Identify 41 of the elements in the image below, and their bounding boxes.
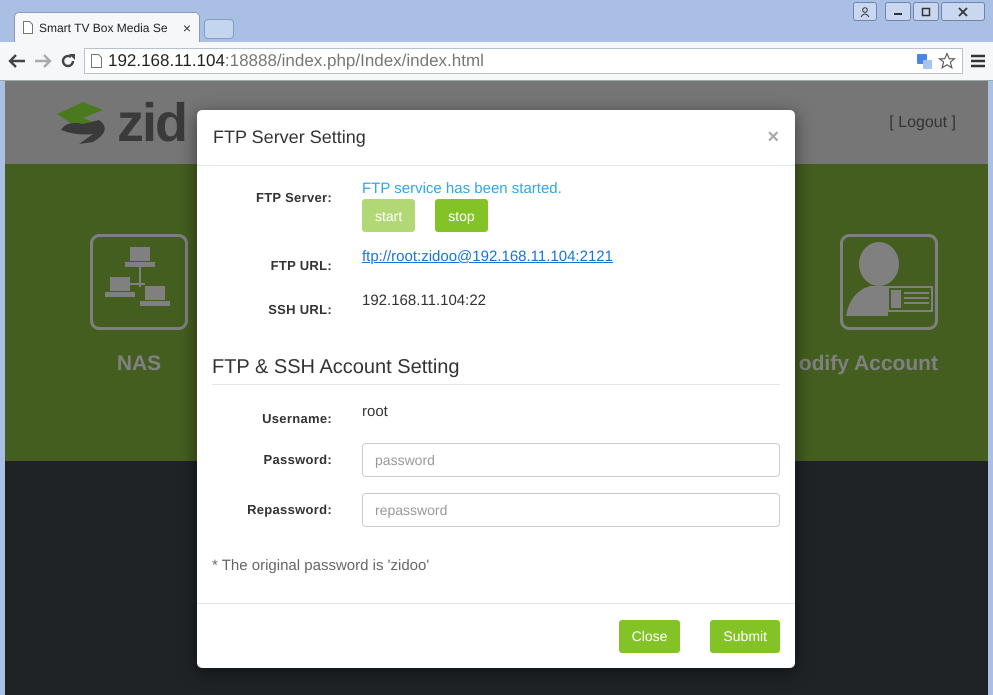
field-label: SSH URL:	[267, 301, 332, 319]
field-label: FTP Server:	[254, 189, 332, 207]
close-button[interactable]: Close	[618, 620, 680, 652]
submit-button[interactable]: Submit	[710, 620, 780, 652]
tile-label[interactable]: odify Account	[798, 352, 938, 376]
url-text: 192.168.11.104:18888/index.php/Index/index.html	[108, 51, 485, 71]
modal-title: FTP Server Setting	[213, 127, 366, 148]
field-label: Username:	[261, 410, 332, 428]
tile-label[interactable]: NAS	[116, 352, 162, 376]
ssh-url-text: 192.168.11.104:22	[362, 292, 488, 309]
back-icon[interactable]	[8, 53, 26, 69]
username-text: root	[362, 403, 389, 420]
browser-tab[interactable]: Smart TV Box Media Se ×	[14, 12, 200, 42]
status-message: FTP service has been started.	[362, 180, 563, 197]
close-icon[interactable]: ×	[182, 20, 191, 36]
star-icon[interactable]	[938, 52, 956, 70]
computer-network-icon	[90, 234, 188, 330]
password-field[interactable]: password	[362, 443, 780, 477]
field-label: Repassword:	[246, 501, 332, 519]
page-icon	[91, 54, 102, 68]
field-label: FTP URL:	[270, 257, 332, 275]
tab-title: Smart TV Box Media Se	[39, 20, 168, 34]
minimize-icon[interactable]	[885, 2, 911, 21]
address-bar[interactable]: 192.168.11.104:18888/index.php/Index/index.html	[84, 48, 963, 74]
stop-button[interactable]: stop	[435, 199, 488, 232]
person-id-card-icon	[840, 234, 938, 330]
password-note: * The original password is 'zidoo'	[212, 557, 430, 574]
close-icon[interactable]	[941, 2, 985, 21]
field-label: Password:	[262, 451, 332, 469]
translate-icon[interactable]	[917, 54, 932, 68]
menu-icon[interactable]	[971, 54, 985, 68]
user-icon[interactable]	[853, 2, 877, 21]
maximize-icon[interactable]	[913, 2, 939, 21]
repassword-field[interactable]: repassword	[362, 493, 780, 527]
logo-text: zid	[117, 92, 186, 154]
page-icon	[23, 21, 33, 34]
logout-link[interactable]: [ Logout ]	[889, 114, 956, 132]
reload-icon[interactable]	[60, 53, 76, 69]
close-button[interactable]: ×	[767, 126, 779, 149]
section-heading: FTP & SSH Account Setting	[212, 356, 780, 385]
ftp-url-link[interactable]: ftp://root:zidoo@192.168.11.104:2121	[362, 248, 780, 265]
